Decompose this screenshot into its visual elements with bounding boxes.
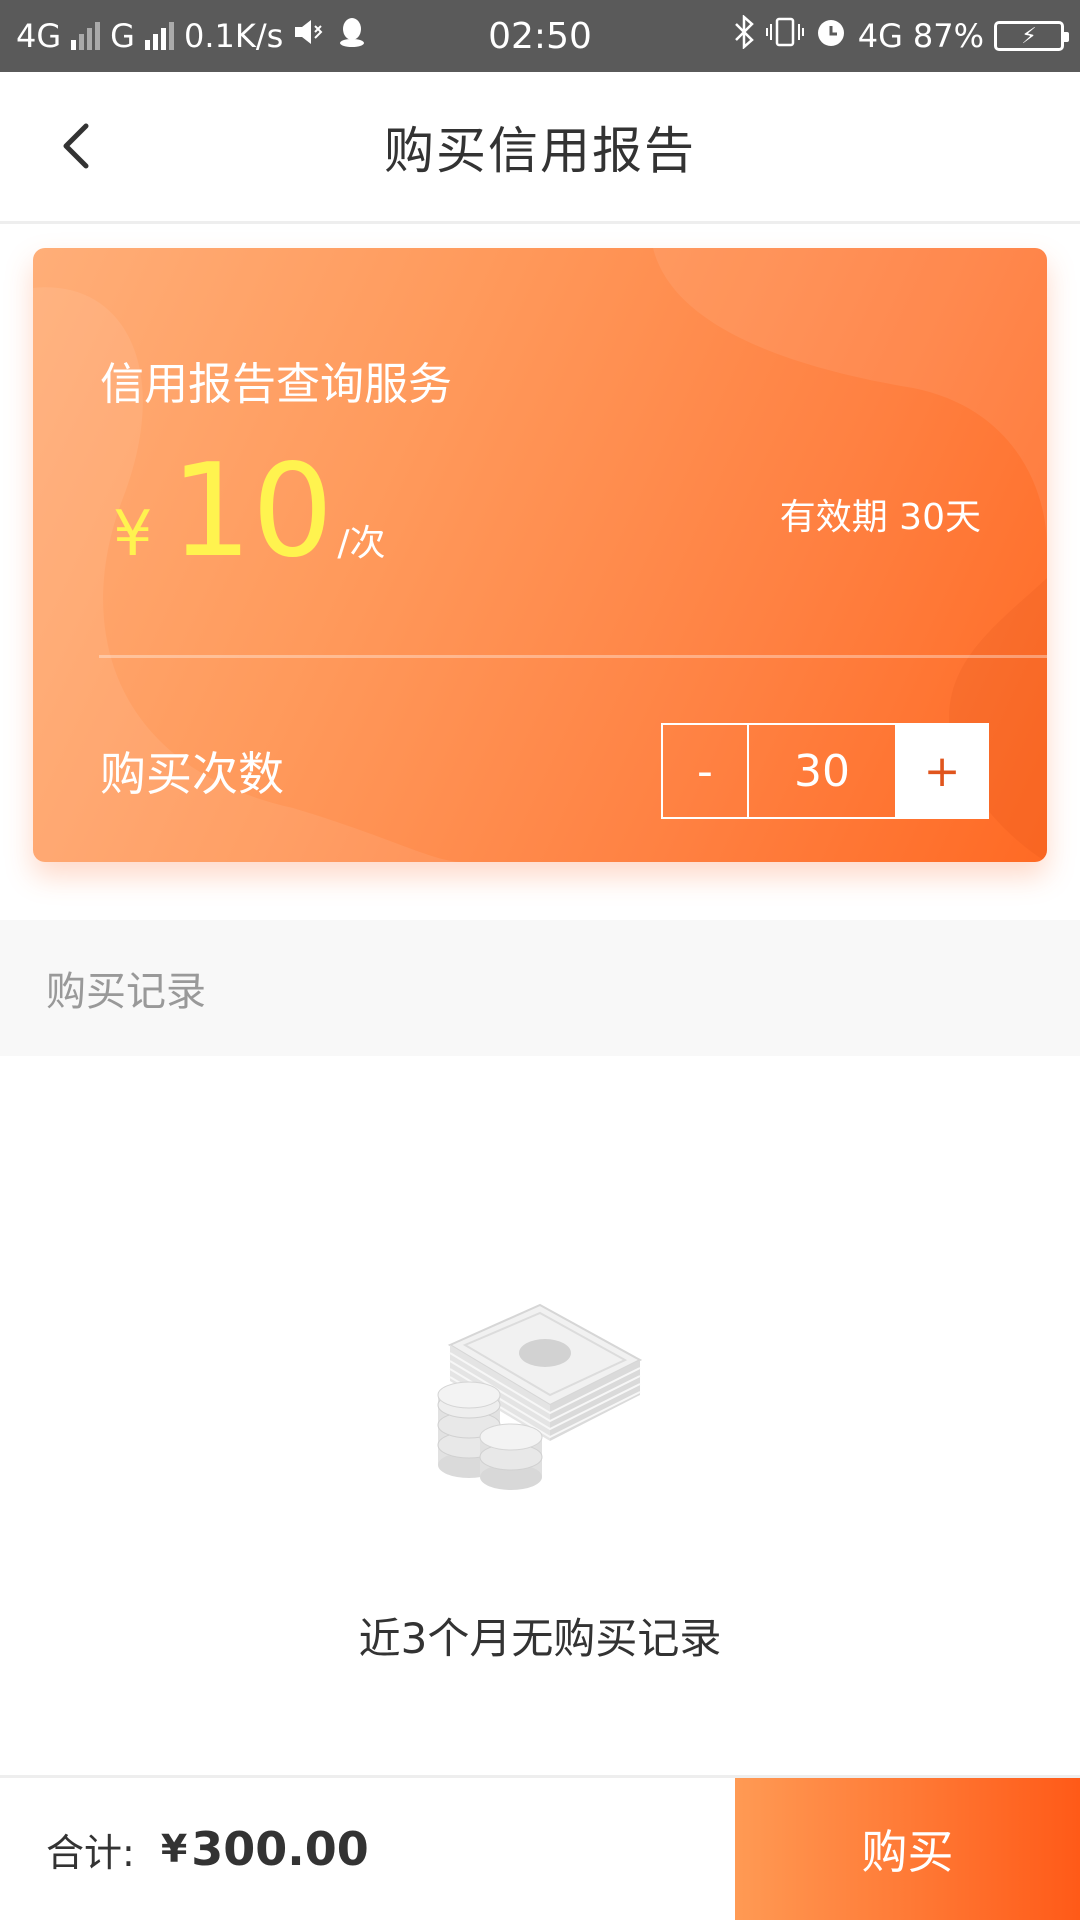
card-divider (99, 655, 1047, 658)
empty-state-text: 近3个月无购买记录 (358, 1614, 722, 1663)
records-section-header: 购买记录 (0, 920, 1080, 1056)
total-label: 合计: (46, 1830, 135, 1875)
service-card: 信用报告查询服务 ¥ 10 /次 有效期 30天 购买次数 - 30 + (33, 248, 1047, 862)
price-unit: /次 (337, 523, 386, 564)
battery-icon: ⚡ (994, 21, 1069, 51)
price-currency: ¥ (113, 497, 153, 570)
status-left: 4G G 0.1K/s (16, 16, 367, 56)
total-section: 合计: ¥ 300.00 (0, 1778, 735, 1920)
chevron-left-icon (63, 123, 89, 169)
network-type-2: G (110, 17, 135, 55)
signal-icon (71, 22, 101, 50)
quantity-stepper: - 30 + (661, 723, 989, 819)
header: 购买信用报告 (0, 72, 1080, 224)
validity-period: 有效期 30天 (779, 497, 981, 538)
qq-icon (337, 16, 367, 56)
status-bar: 4G G 0.1K/s 02:50 4G 87% ⚡ (0, 0, 1080, 72)
vibrate-icon (765, 16, 804, 56)
status-right: 4G 87% ⚡ (732, 14, 1069, 57)
network-type-right: 4G (857, 17, 903, 55)
bluetooth-icon (732, 14, 756, 57)
quantity-label: 购买次数 (100, 747, 284, 801)
buy-button[interactable]: 购买 (735, 1778, 1080, 1920)
bottom-bar: 合计: ¥ 300.00 购买 (0, 1775, 1080, 1920)
battery-percent: 87% (912, 17, 984, 55)
total-currency: ¥ (160, 1827, 188, 1871)
money-stack-icon (437, 1303, 643, 1490)
total-amount: 300.00 (191, 1822, 369, 1876)
signal-icon-2 (144, 22, 174, 50)
page-title: 购买信用报告 (384, 121, 696, 180)
network-type-1: 4G (16, 17, 62, 55)
increment-button[interactable]: + (897, 725, 987, 817)
quantity-value[interactable]: 30 (749, 725, 897, 817)
decrement-button[interactable]: - (663, 725, 749, 817)
volume-icon (293, 17, 327, 55)
service-title: 信用报告查询服务 (100, 359, 452, 410)
alarm-icon (814, 15, 848, 57)
price: ¥ 10 /次 (113, 448, 385, 576)
network-speed: 0.1K/s (183, 17, 284, 55)
price-value: 10 (170, 437, 334, 586)
records-title: 购买记录 (46, 969, 206, 1015)
back-button[interactable] (50, 116, 100, 176)
